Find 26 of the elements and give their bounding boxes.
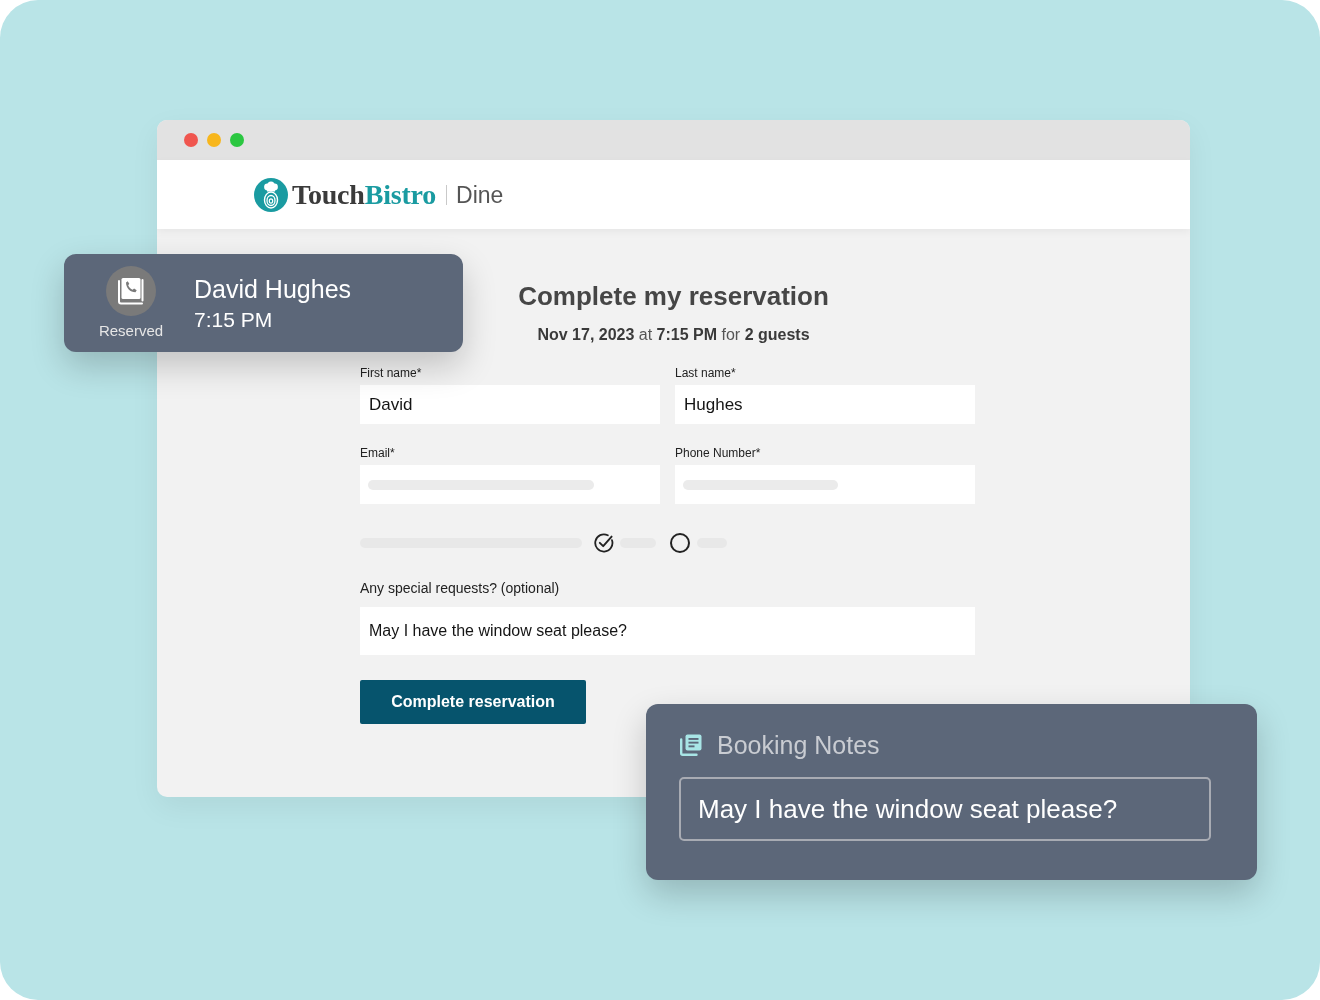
window-control-icon[interactable] (184, 133, 198, 147)
logo-icon (254, 177, 288, 212)
reservation-summary: Nov 17, 2023 at 7:15 PM for 2 guests (537, 325, 810, 345)
notes-icon (679, 733, 703, 757)
input-field[interactable]: Hughes (675, 385, 975, 424)
field-label: Email* (360, 446, 395, 460)
window-control-icon[interactable] (230, 133, 244, 147)
form-title: Complete my reservation (518, 280, 829, 313)
note-field: May I have the window seat please? (679, 777, 1211, 841)
check-circle-icon[interactable] (594, 533, 614, 553)
card-title: Booking Notes (717, 730, 880, 760)
product-name: Dine (456, 180, 504, 209)
guest-name: David Hughes (194, 274, 352, 304)
field-label: Phone Number* (675, 446, 761, 460)
input-field[interactable]: May I have the window seat please? (360, 607, 975, 655)
submit-button[interactable]: Complete reservation (360, 680, 586, 724)
field-label: Last name* (675, 366, 736, 380)
field-label: First name* (360, 366, 422, 380)
input-field[interactable]: David (360, 385, 660, 424)
empty-circle-icon[interactable] (670, 533, 690, 553)
brand-wordmark: TouchBistro (292, 178, 437, 211)
field-label: Any special requests? (optional) (360, 580, 560, 596)
status-label: Reserved (98, 322, 164, 340)
reservation-time: 7:15 PM (194, 307, 273, 332)
phone-book-icon (106, 266, 156, 316)
window-control-icon[interactable] (207, 133, 221, 147)
